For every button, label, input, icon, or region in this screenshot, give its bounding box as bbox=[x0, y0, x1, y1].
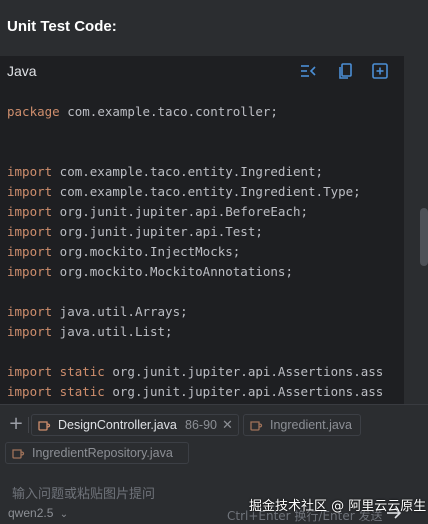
java-file-icon bbox=[250, 421, 263, 431]
code-text: com.example.taco.entity.Ingredient.Type; bbox=[52, 184, 361, 199]
chat-input-panel: + DesignController.java 86-90 ✕ Ingredie… bbox=[0, 404, 428, 524]
code-line: import org.junit.jupiter.api.Test; bbox=[7, 222, 263, 242]
add-context-button[interactable]: + bbox=[7, 415, 25, 434]
context-line-range: 86-90 bbox=[185, 418, 217, 432]
code-keyword: import bbox=[7, 224, 53, 239]
code-toolbar: Java bbox=[0, 56, 404, 86]
code-line: import org.junit.jupiter.api.BeforeEach; bbox=[7, 202, 308, 222]
code-line: import com.example.taco.entity.Ingredien… bbox=[7, 162, 323, 182]
code-keyword: import bbox=[7, 304, 53, 319]
remove-context-icon[interactable]: ✕ bbox=[222, 415, 233, 435]
code-text: com.example.taco.controller; bbox=[59, 104, 278, 119]
context-file-chip[interactable]: IngredientRepository.java bbox=[5, 442, 189, 464]
model-selector[interactable]: qwen2.5 ⌄ bbox=[8, 506, 68, 520]
context-file-chip[interactable]: DesignController.java 86-90 ✕ bbox=[31, 414, 239, 436]
code-text: org.junit.jupiter.api.Test; bbox=[52, 224, 263, 239]
code-line: import java.util.Arrays; bbox=[7, 302, 188, 322]
code-text: org.mockito.InjectMocks; bbox=[52, 244, 241, 259]
code-text: org.junit.jupiter.api.Assertions.ass bbox=[104, 364, 384, 379]
code-keyword: import bbox=[7, 164, 53, 179]
code-language-label: Java bbox=[7, 63, 37, 79]
code-line: import com.example.taco.entity.Ingredien… bbox=[7, 182, 361, 202]
code-keyword: package bbox=[7, 104, 60, 119]
code-keyword: import bbox=[7, 324, 53, 339]
insert-new-file-icon[interactable] bbox=[370, 61, 390, 81]
code-text: com.example.taco.entity.Ingredient; bbox=[52, 164, 324, 179]
code-keyword: import static bbox=[7, 384, 105, 399]
code-block: Java package com.example.taco.controller… bbox=[0, 56, 404, 404]
java-file-icon bbox=[38, 421, 51, 431]
scroll-rail bbox=[404, 0, 428, 404]
scrollbar-thumb[interactable] bbox=[420, 208, 428, 266]
section-title: Unit Test Code: bbox=[7, 18, 117, 35]
context-file-chip[interactable]: Ingredient.java bbox=[243, 414, 361, 436]
context-file-name: DesignController.java bbox=[58, 418, 177, 432]
context-file-name: Ingredient.java bbox=[270, 418, 353, 432]
watermark: 掘金技术社区 @ 阿里云云原生 bbox=[249, 499, 427, 514]
context-file-name: IngredientRepository.java bbox=[32, 446, 173, 460]
copy-icon[interactable] bbox=[335, 61, 355, 81]
code-text: java.util.List; bbox=[52, 324, 173, 339]
section-header: Unit Test Code: bbox=[0, 0, 404, 56]
code-keyword: import bbox=[7, 204, 53, 219]
divider bbox=[28, 417, 29, 433]
code-content: package com.example.taco.controller; imp… bbox=[7, 102, 404, 399]
code-keyword: import bbox=[7, 244, 53, 259]
code-text: org.junit.jupiter.api.BeforeEach; bbox=[52, 204, 309, 219]
code-text: java.util.Arrays; bbox=[52, 304, 188, 319]
code-keyword: import bbox=[7, 264, 53, 279]
chevron-down-icon: ⌄ bbox=[59, 509, 69, 520]
code-keyword: import bbox=[7, 184, 53, 199]
code-line: import org.mockito.InjectMocks; bbox=[7, 242, 240, 262]
code-line: import org.mockito.MockitoAnnotations; bbox=[7, 262, 293, 282]
code-keyword: import static bbox=[7, 364, 105, 379]
code-line: import static org.junit.jupiter.api.Asse… bbox=[7, 362, 383, 382]
model-name: qwen2.5 bbox=[8, 506, 54, 520]
java-file-icon bbox=[12, 449, 25, 459]
code-line: import java.util.List; bbox=[7, 322, 173, 342]
chat-input[interactable]: 输入问题或粘贴图片提问 bbox=[12, 483, 155, 502]
code-text: org.mockito.MockitoAnnotations; bbox=[52, 264, 293, 279]
code-line: import static org.junit.jupiter.api.Asse… bbox=[7, 382, 383, 402]
code-text: org.junit.jupiter.api.Assertions.ass bbox=[104, 384, 384, 399]
insert-diff-icon[interactable] bbox=[298, 61, 318, 81]
code-line: package com.example.taco.controller; bbox=[7, 102, 278, 122]
